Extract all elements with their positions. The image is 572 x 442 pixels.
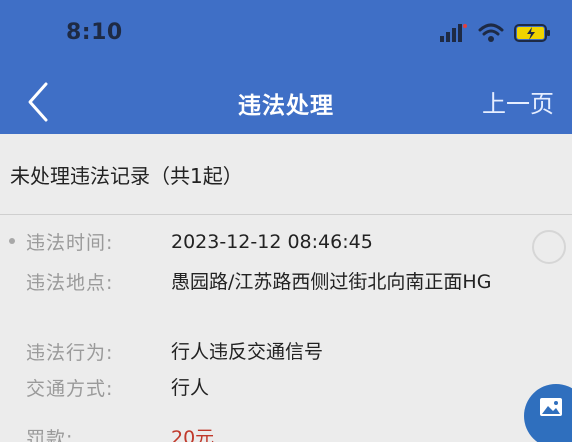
field-label: 违法行为: [26, 342, 114, 364]
field-label: 罚款: [26, 428, 74, 442]
app-screen: 8:10 违法处理 上一页 未处理违法记录（共1起） 违法时间: 2023-12… [0, 0, 572, 442]
field-value: 行人违反交通信号 [171, 341, 324, 363]
section-title: 未处理违法记录（共1起） [10, 164, 243, 188]
image-icon [540, 398, 562, 416]
field-label: 违法时间: [26, 232, 114, 254]
image-fab-button[interactable] [524, 384, 572, 442]
field-value: 行人 [171, 377, 210, 399]
divider [0, 214, 572, 215]
header-bar: 8:10 违法处理 上一页 [0, 0, 572, 134]
field-label: 交通方式: [26, 378, 114, 400]
status-icons [438, 22, 552, 44]
fine-value: 20元 [171, 427, 215, 442]
bullet-dot [9, 238, 15, 244]
wifi-icon [478, 23, 504, 42]
battery-charging-icon [514, 24, 550, 42]
field-value: 2023-12-12 08:46:45 [171, 231, 373, 253]
signal-icon [440, 24, 467, 42]
status-time: 8:10 [66, 20, 123, 45]
field-label: 违法地点: [26, 272, 114, 294]
previous-page-button[interactable]: 上一页 [482, 84, 554, 119]
field-value: 愚园路/江苏路西侧过街北向南正面HG [171, 271, 492, 293]
